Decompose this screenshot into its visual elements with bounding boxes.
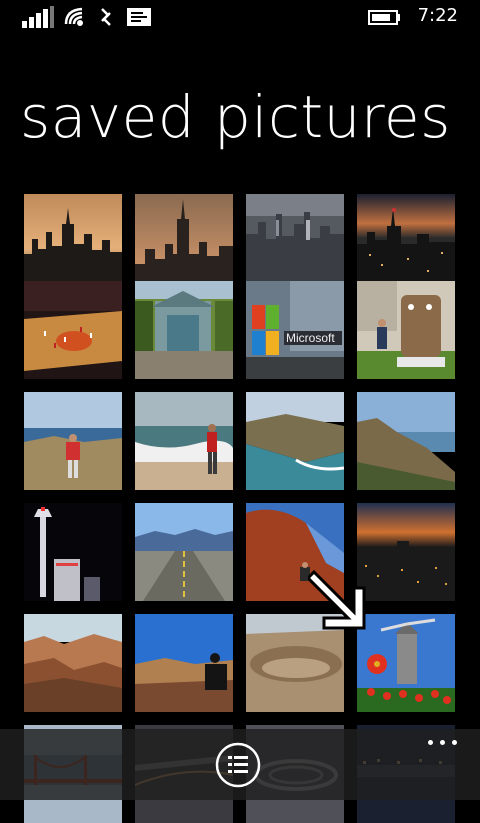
photo-thumbnail[interactable] [246, 392, 344, 490]
photo-thumbnail[interactable] [135, 281, 233, 379]
photo-thumbnail[interactable] [357, 194, 455, 292]
photo-thumbnail[interactable] [24, 614, 122, 712]
signal-strength-icon [22, 6, 54, 28]
arrow-pointer-icon [308, 569, 366, 630]
photo-thumbnail[interactable] [24, 392, 122, 490]
notification-icon [127, 8, 151, 26]
photo-thumbnail[interactable] [357, 392, 455, 490]
photo-thumbnail[interactable] [135, 194, 233, 292]
more-options-button[interactable] [428, 734, 458, 752]
battery-icon [368, 10, 400, 25]
data-sync-icon [101, 8, 111, 26]
page-title: saved pictures [20, 83, 451, 151]
photo-thumbnail[interactable] [246, 194, 344, 292]
photo-thumbnail[interactable] [24, 503, 122, 601]
photo-thumbnail[interactable] [24, 194, 122, 292]
svg-text:Microsoft: Microsoft [286, 331, 335, 345]
clock: 7:22 [417, 5, 458, 26]
list-icon[interactable] [214, 741, 262, 789]
photo-thumbnail[interactable] [135, 392, 233, 490]
wifi-icon [64, 7, 83, 26]
photo-thumbnail[interactable] [357, 281, 455, 379]
photo-thumbnail[interactable] [24, 281, 122, 379]
photo-thumbnail[interactable] [135, 503, 233, 601]
photo-thumbnail[interactable]: Microsoft [246, 281, 344, 379]
photo-thumbnail[interactable] [135, 614, 233, 712]
status-bar: 7:22 [0, 0, 480, 34]
